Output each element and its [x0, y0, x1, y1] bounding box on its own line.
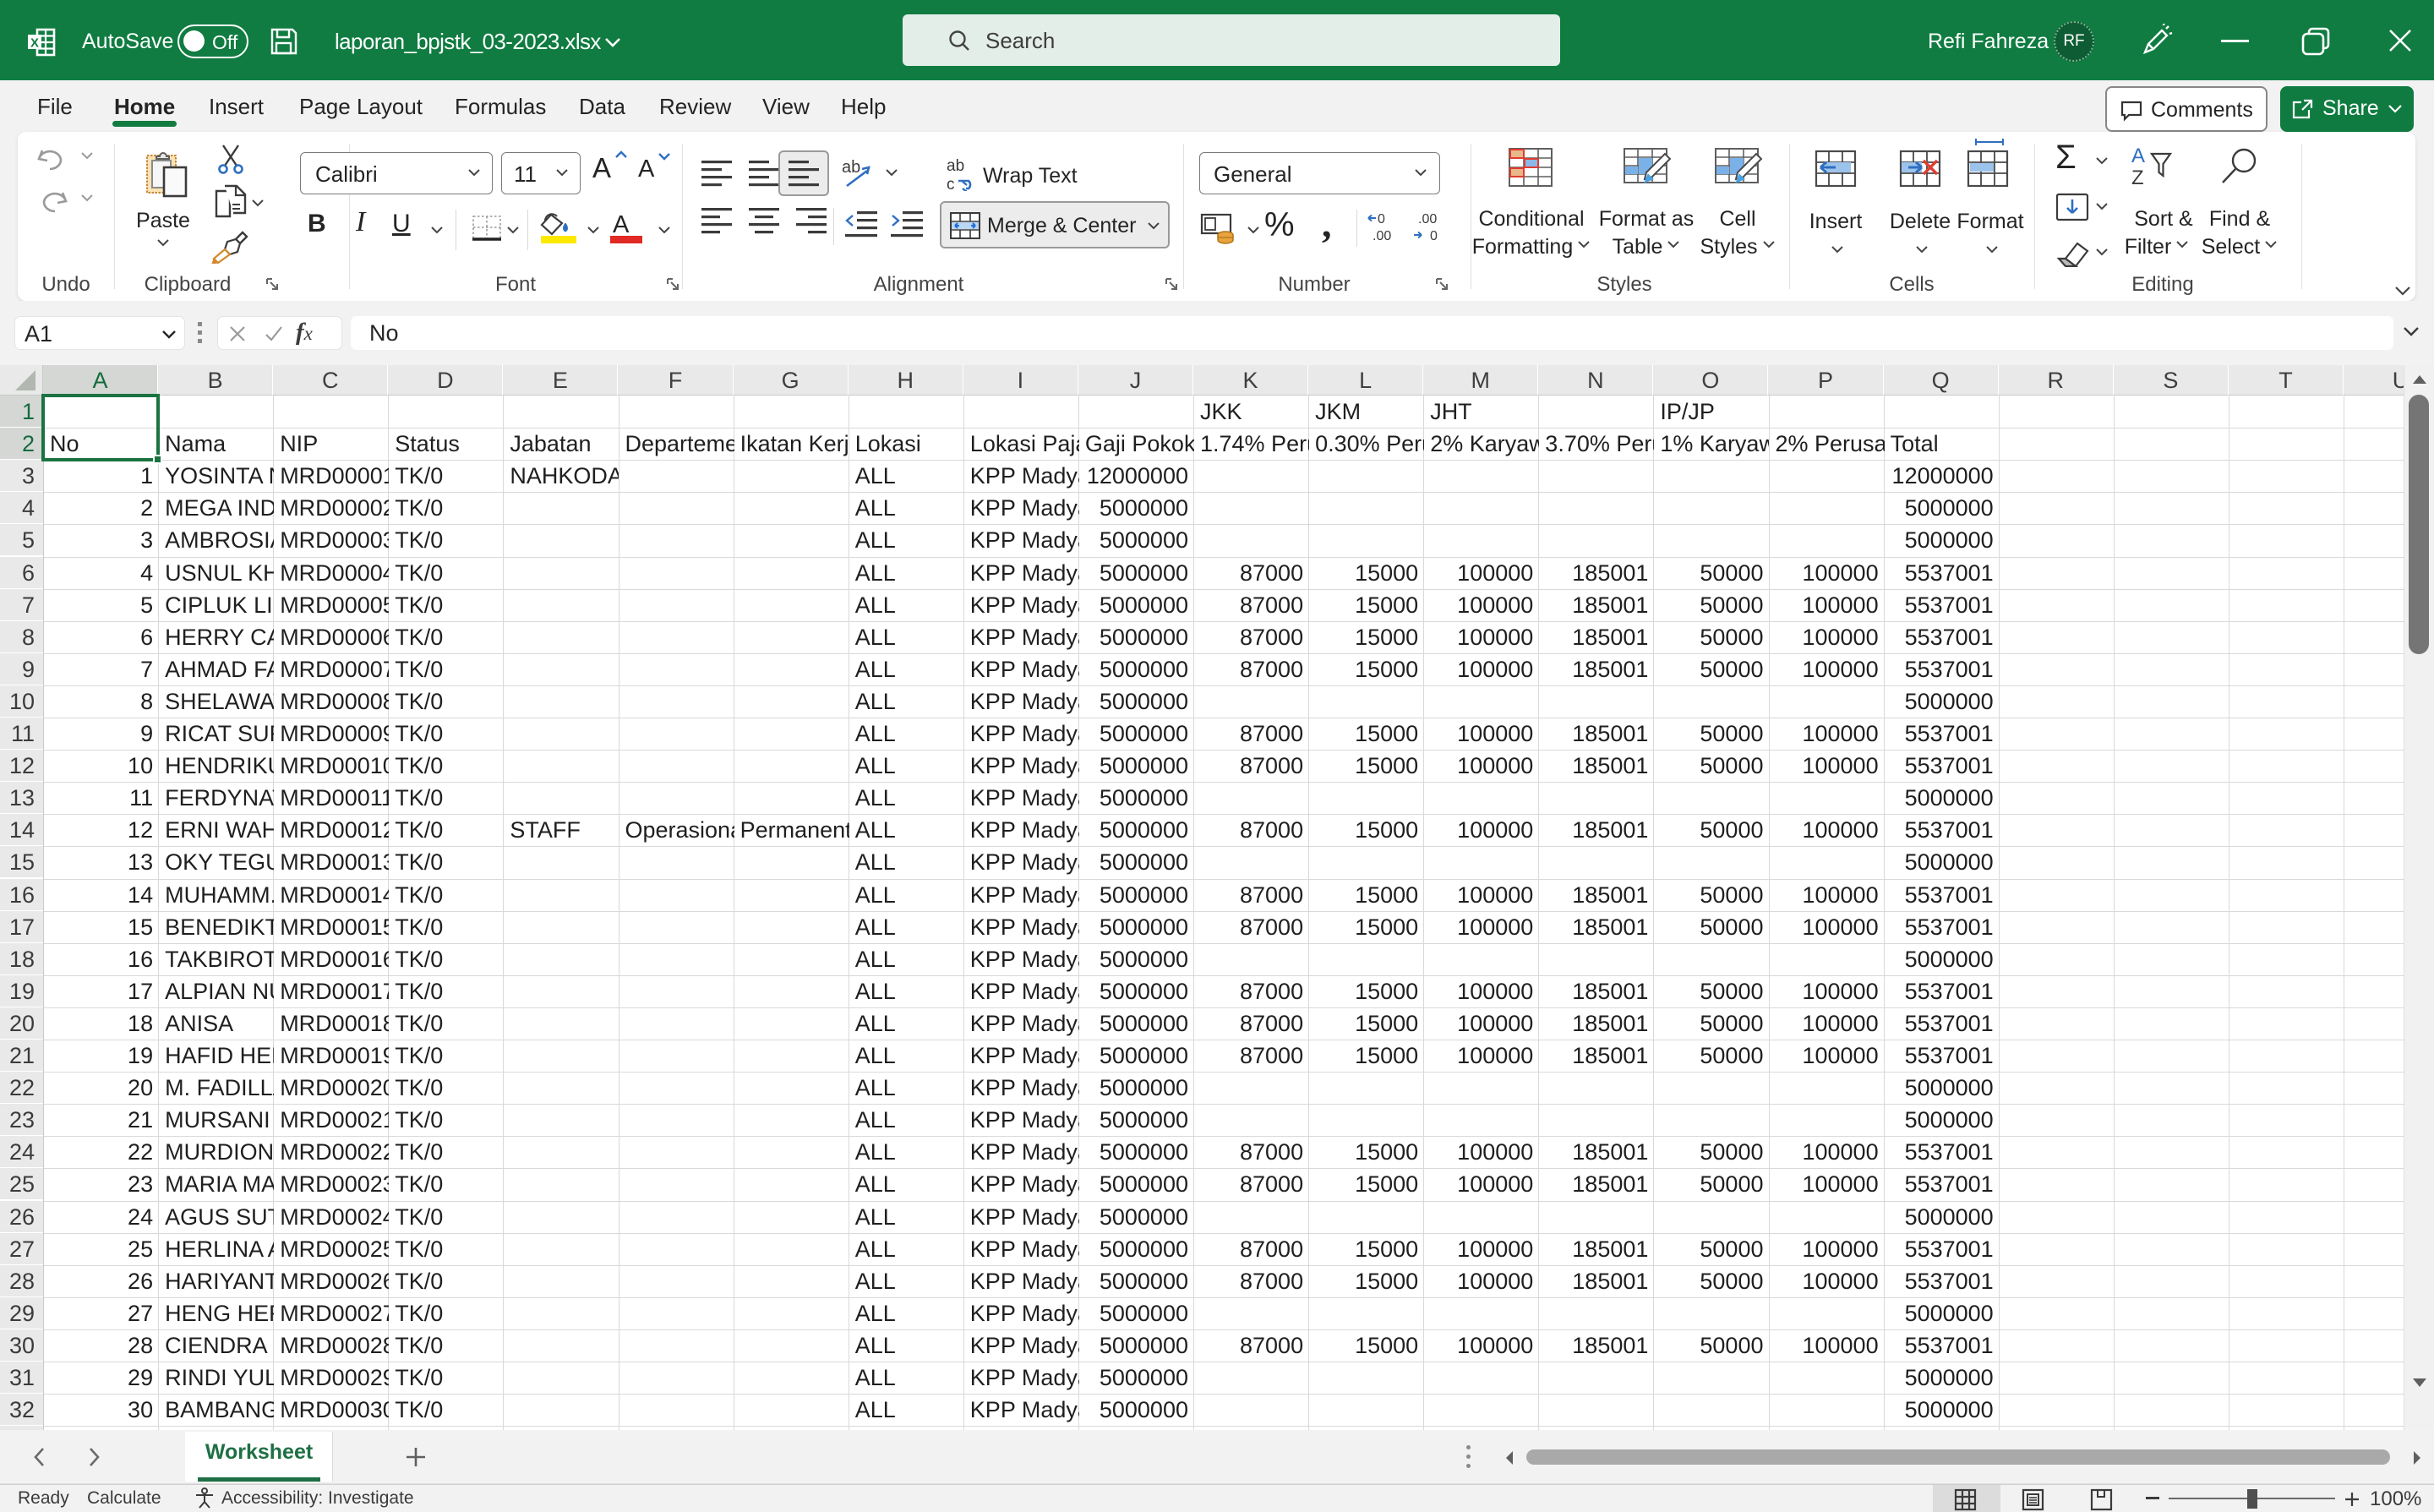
svg-text:A: A	[2131, 145, 2145, 167]
svg-text:0: 0	[1378, 212, 1385, 227]
svg-text:ab: ab	[947, 157, 964, 175]
svg-text:Z: Z	[2131, 166, 2144, 189]
svg-text:.00: .00	[1373, 229, 1391, 243]
svg-text:X: X	[30, 36, 39, 51]
svg-text:ab: ab	[842, 158, 860, 177]
svg-text:c: c	[947, 176, 955, 191]
